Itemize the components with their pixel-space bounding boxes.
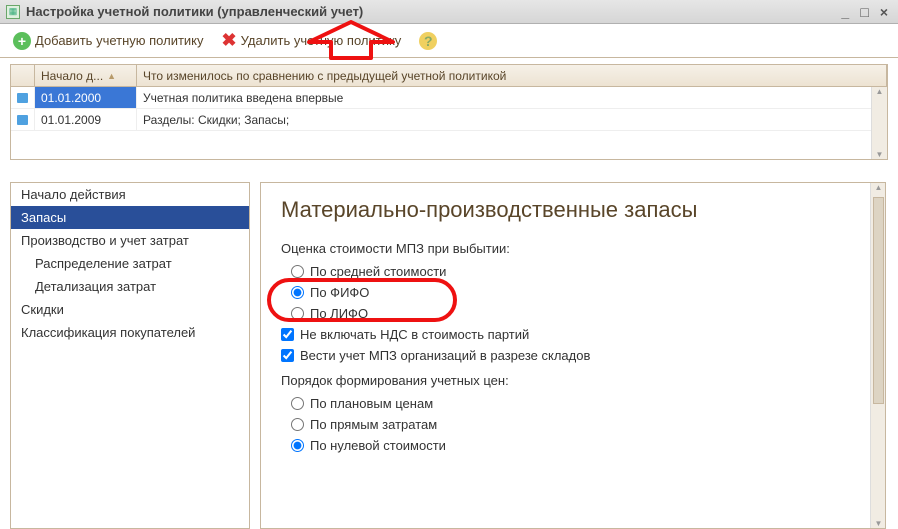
nav-panel: Начало действия Запасы Производство и уч… [10, 182, 250, 529]
content-scrollbar[interactable] [870, 183, 886, 528]
col-icon[interactable] [11, 65, 35, 86]
app-icon: ▦ [6, 5, 20, 19]
nav-classification[interactable]: Классификация покупателей [11, 321, 249, 344]
content-heading: Материально-производственные запасы [281, 197, 865, 223]
nav-production[interactable]: Производство и учет затрат [11, 229, 249, 252]
table-header: Начало д... ▲ Что изменилось по сравнени… [11, 65, 887, 87]
minimize-button[interactable]: _ [837, 4, 853, 20]
cell-change: Разделы: Скидки; Запасы; [137, 109, 887, 130]
table-row[interactable]: 01.01.2009 Разделы: Скидки; Запасы; [11, 109, 887, 131]
help-button[interactable]: ? [412, 28, 444, 54]
policy-table: Начало д... ▲ Что изменилось по сравнени… [10, 64, 888, 160]
nav-discounts[interactable]: Скидки [11, 298, 249, 321]
row-icon [17, 115, 28, 125]
titlebar: ▦ Настройка учетной политики (управленче… [0, 0, 898, 24]
row-icon [17, 93, 28, 103]
group2-label: Порядок формирования учетных цен: [281, 373, 865, 388]
table-row[interactable]: 01.01.2000 Учетная политика введена впер… [11, 87, 887, 109]
help-icon: ? [419, 32, 437, 50]
maximize-button[interactable]: □ [857, 4, 873, 20]
delete-policy-button[interactable]: ✖ Удалить учетную политику [215, 26, 409, 55]
nav-start[interactable]: Начало действия [11, 183, 249, 206]
check-warehouse[interactable]: Вести учет МПЗ организаций в разрезе скл… [281, 348, 865, 363]
col-start-date[interactable]: Начало д... ▲ [35, 65, 137, 86]
col-changes[interactable]: Что изменилось по сравнению с предыдущей… [137, 65, 887, 86]
cell-change: Учетная политика введена впервые [137, 87, 887, 108]
radio-planned[interactable]: По плановым ценам [291, 396, 865, 411]
radio-fifo[interactable]: По ФИФО [291, 285, 865, 300]
add-label: Добавить учетную политику [35, 33, 204, 48]
radio-avg-cost[interactable]: По средней стоимости [291, 264, 865, 279]
radio-zero[interactable]: По нулевой стоимости [291, 438, 865, 453]
nav-inventory[interactable]: Запасы [11, 206, 249, 229]
close-button[interactable]: × [876, 4, 892, 20]
window-title: Настройка учетной политики (управленческ… [26, 4, 837, 19]
group1-label: Оценка стоимости МПЗ при выбытии: [281, 241, 865, 256]
check-exclude-vat[interactable]: Не включать НДС в стоимость партий [281, 327, 865, 342]
add-policy-button[interactable]: + Добавить учетную политику [6, 28, 211, 54]
table-scrollbar[interactable] [871, 87, 887, 159]
nav-detailing[interactable]: Детализация затрат [11, 275, 249, 298]
nav-allocation[interactable]: Распределение затрат [11, 252, 249, 275]
radio-direct[interactable]: По прямым затратам [291, 417, 865, 432]
sort-icon: ▲ [107, 71, 116, 81]
delete-icon: ✖ [222, 30, 237, 51]
radio-lifo[interactable]: По ЛИФО [291, 306, 865, 321]
cell-date: 01.01.2000 [35, 87, 137, 108]
content-panel: Материально-производственные запасы Оцен… [260, 182, 886, 529]
cell-date: 01.01.2009 [35, 109, 137, 130]
delete-label: Удалить учетную политику [241, 33, 402, 48]
toolbar: + Добавить учетную политику ✖ Удалить уч… [0, 24, 898, 58]
plus-icon: + [13, 32, 31, 50]
